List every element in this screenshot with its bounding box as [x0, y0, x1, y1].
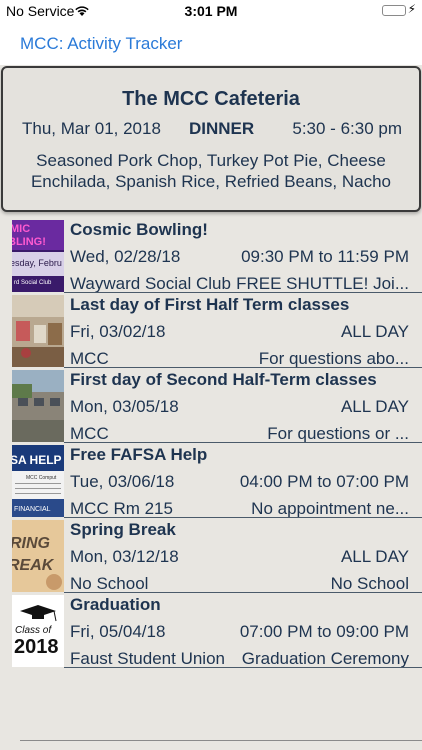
event-location: No School	[70, 574, 149, 593]
event-location: MCC Rm 215	[70, 499, 173, 518]
event-location: Faust Student Union	[70, 649, 225, 668]
event-row[interactable]: Class of 2018 Graduation Fri, 05/04/18 0…	[0, 593, 422, 668]
event-thumbnail: MIC BLING! esday, Febru rd Social Club	[12, 220, 64, 292]
event-title: Free FAFSA Help	[70, 445, 208, 464]
event-row[interactable]: RING REAK Spring Break Mon, 03/12/18 ALL…	[0, 518, 422, 593]
cafeteria-hours: 5:30 - 6:30 pm	[292, 119, 402, 138]
thumb-text: BLING!	[12, 236, 46, 248]
event-location: MCC	[70, 349, 109, 368]
thumb-text: MIC	[12, 223, 30, 235]
event-thumbnail: Class of 2018	[12, 595, 64, 667]
event-location: MCC	[70, 424, 109, 443]
divider	[64, 667, 422, 668]
event-row[interactable]: Last day of First Half Term classes Fri,…	[0, 293, 422, 368]
thumb-text: Class of	[15, 625, 52, 636]
cafeteria-card[interactable]: The MCC Cafeteria Thu, Mar 01, 2018 DINN…	[1, 66, 421, 212]
event-date: Fri, 03/02/18	[70, 322, 166, 341]
event-title: Spring Break	[70, 520, 176, 539]
event-row[interactable]: First day of Second Half-Term classes Mo…	[0, 368, 422, 443]
event-thumbnail	[12, 295, 64, 367]
event-time: ALL DAY	[340, 397, 409, 416]
event-date: Tue, 03/06/18	[70, 472, 175, 491]
event-time: ALL DAY	[340, 547, 409, 566]
event-title: First day of Second Half-Term classes	[70, 370, 377, 389]
event-location: Wayward Social Club	[70, 274, 231, 293]
cafeteria-name: The MCC Cafeteria	[122, 88, 300, 110]
clock: 3:01 PM	[184, 3, 238, 19]
event-title: Graduation	[70, 595, 161, 614]
event-description: No appointment ne...	[251, 499, 409, 518]
event-thumbnail: RING REAK	[12, 520, 64, 592]
event-thumbnail	[12, 370, 64, 442]
thumb-text: rd Social Club	[14, 280, 52, 286]
nav-title[interactable]: MCC: Activity Tracker	[20, 34, 182, 54]
thumb-text: FINANCIAL	[14, 506, 51, 513]
event-row[interactable]: SA HELP MCC Comput FINANCIAL Free FAFSA …	[0, 443, 422, 518]
status-bar: No Service 3:01 PM ⚡	[0, 0, 422, 22]
cafeteria-meal: DINNER	[189, 119, 255, 138]
thumb-text: esday, Febru	[12, 258, 62, 268]
event-description: No School	[330, 574, 409, 593]
event-time: 04:00 PM to 07:00 PM	[239, 472, 409, 491]
event-time: 09:30 PM to 11:59 PM	[241, 247, 409, 266]
battery-icon	[382, 5, 406, 16]
event-list[interactable]: MIC BLING! esday, Febru rd Social Club C…	[0, 218, 422, 668]
divider	[20, 740, 422, 741]
event-title: Last day of First Half Term classes	[70, 295, 350, 314]
event-time: ALL DAY	[340, 322, 409, 341]
cafeteria-date: Thu, Mar 01, 2018	[22, 119, 161, 138]
event-thumbnail: SA HELP MCC Comput FINANCIAL	[12, 445, 64, 517]
event-date: Mon, 03/12/18	[70, 547, 179, 566]
event-description: FREE SHUTTLE! Joi...	[236, 274, 409, 293]
thumb-text: RING	[12, 535, 50, 552]
nav-bar: MCC: Activity Tracker	[0, 22, 422, 65]
cafeteria-menu: Seasoned Pork Chop, Turkey Pot Pie, Chee…	[30, 151, 392, 191]
event-description: For questions abo...	[258, 349, 409, 368]
event-date: Fri, 05/04/18	[70, 622, 166, 641]
event-description: For questions or ...	[267, 424, 409, 443]
event-row[interactable]: MIC BLING! esday, Febru rd Social Club C…	[0, 218, 422, 293]
event-time: 07:00 PM to 09:00 PM	[239, 622, 409, 641]
thumb-text: SA HELP	[12, 453, 62, 467]
bolt-icon: ⚡	[407, 2, 416, 16]
event-date: Mon, 03/05/18	[70, 397, 179, 416]
thumb-text: REAK	[12, 557, 55, 574]
event-title: Cosmic Bowling!	[70, 220, 208, 239]
thumb-text: 2018	[14, 636, 59, 658]
event-date: Wed, 02/28/18	[70, 247, 181, 266]
event-description: Graduation Ceremony	[241, 649, 409, 668]
thumb-text: MCC Comput	[26, 475, 57, 481]
